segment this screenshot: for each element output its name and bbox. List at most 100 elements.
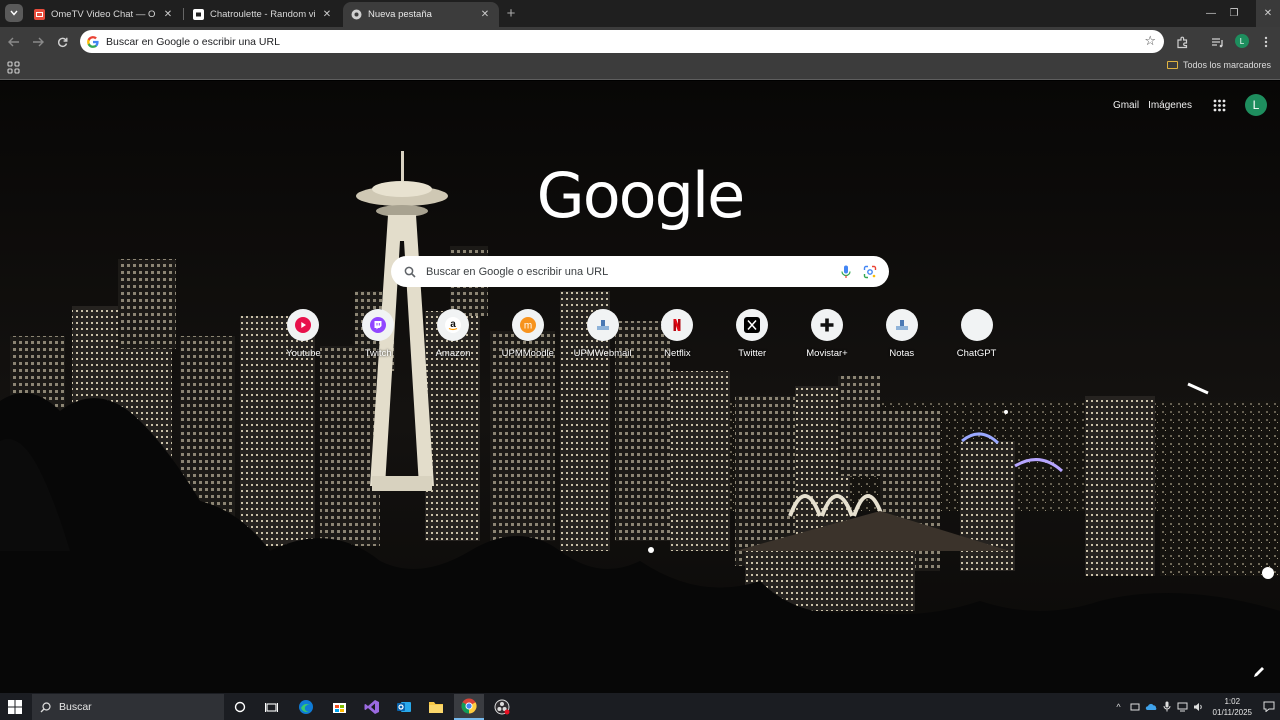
address-input[interactable] <box>106 35 1106 48</box>
menu-kebab-icon[interactable] <box>1257 33 1275 51</box>
profile-avatar[interactable]: L <box>1235 34 1249 48</box>
bookmark-star-icon[interactable]: ☆ <box>1144 33 1156 49</box>
volume-icon[interactable] <box>1191 699 1207 715</box>
cortana-icon[interactable] <box>225 694 255 720</box>
account-avatar[interactable]: L <box>1245 94 1267 116</box>
tab-title: Nueva pestaña <box>368 9 432 20</box>
obs-icon[interactable] <box>487 694 517 720</box>
notification-center-icon[interactable] <box>1258 693 1280 720</box>
apps-shortcut-icon[interactable] <box>7 61 20 74</box>
ntp-search-box[interactable] <box>391 256 889 287</box>
close-window-button[interactable]: ✕ <box>1256 0 1280 27</box>
tab-title: Chatroulette - Random video c <box>210 9 315 20</box>
search-icon <box>40 701 51 712</box>
tab-close-button[interactable]: ✕ <box>321 9 333 20</box>
svg-text:m: m <box>524 321 532 332</box>
shortcut-label: UPMWebmail <box>573 348 632 359</box>
shortcut-label: ChatGPT <box>956 348 997 359</box>
twitch-icon <box>370 317 387 333</box>
shortcut-amazon[interactable]: a Amazon <box>416 309 491 359</box>
search-icon <box>404 266 416 278</box>
extensions-icon[interactable] <box>1173 33 1191 51</box>
back-icon[interactable] <box>5 33 23 51</box>
tab-new-tab[interactable]: Nueva pestaña ✕ <box>343 2 499 27</box>
taskbar-search-input[interactable] <box>59 701 219 713</box>
microphone-icon[interactable] <box>1159 699 1175 715</box>
tab-search-button[interactable] <box>5 4 23 22</box>
shortcut-label: Twitch <box>364 348 392 359</box>
shortcut-upmmoodle[interactable]: m UPMMoodle <box>490 309 565 359</box>
taskbar-search-box[interactable] <box>32 694 224 720</box>
ntp-search-input[interactable] <box>426 265 826 278</box>
shortcut-label: Youtube <box>286 348 321 359</box>
outlook-icon[interactable] <box>389 694 419 720</box>
google-lens-icon[interactable] <box>863 265 877 279</box>
notes-icon <box>895 320 908 330</box>
youtube-icon <box>295 317 312 333</box>
shortcut-twitter[interactable]: Twitter <box>715 309 790 359</box>
shortcut-notas[interactable]: Notas <box>864 309 939 359</box>
task-view-icon[interactable] <box>256 694 286 720</box>
clock-date: 01/11/2025 <box>1212 707 1252 717</box>
amazon-icon: a <box>444 317 461 333</box>
images-link[interactable]: Imágenes <box>1148 100 1192 111</box>
shortcut-label: Notas <box>889 348 915 359</box>
address-bar[interactable]: ☆ <box>80 30 1164 53</box>
chevron-down-icon <box>10 10 18 16</box>
gmail-link[interactable]: Gmail <box>1113 100 1139 111</box>
browser-toolbar: ☆ L <box>0 27 1280 56</box>
moodle-icon: m <box>519 317 536 333</box>
voice-search-icon[interactable] <box>841 265 851 279</box>
shortcut-upmwebmail[interactable]: UPMWebmail <box>565 309 640 359</box>
new-tab-button[interactable]: + <box>503 6 519 22</box>
edge-icon[interactable] <box>291 694 321 720</box>
network-usb-icon[interactable] <box>1127 699 1143 715</box>
shortcut-chatgpt[interactable]: ChatGPT <box>939 309 1014 359</box>
google-logo: Google <box>536 159 746 232</box>
file-explorer-icon[interactable] <box>421 694 451 720</box>
shortcut-label: Amazon <box>435 348 471 359</box>
all-bookmarks-button[interactable]: Todos los marcadores <box>1166 60 1271 70</box>
shortcut-movistar[interactable]: Movistar+ <box>790 309 865 359</box>
chevron-up-icon[interactable]: ^ <box>1111 699 1127 715</box>
visual-studio-icon[interactable] <box>357 694 387 720</box>
restore-button[interactable]: ❐ <box>1212 0 1256 27</box>
movistar-plus-icon <box>820 318 834 332</box>
netflix-icon <box>673 319 681 331</box>
customize-pencil-icon[interactable] <box>1252 665 1266 679</box>
svg-text:a: a <box>450 319 456 330</box>
shortcut-netflix[interactable]: Netflix <box>640 309 715 359</box>
windows-start-icon[interactable] <box>8 700 22 714</box>
shortcut-youtube[interactable]: Youtube <box>266 309 341 359</box>
google-g-icon <box>87 35 99 48</box>
forward-icon[interactable] <box>29 33 47 51</box>
bookmarks-bar: Todos los marcadores <box>0 56 1280 80</box>
system-tray: ^ 1:02 01/11/2025 <box>1111 693 1280 720</box>
chrome-newtab-icon <box>351 9 362 20</box>
chrome-icon[interactable] <box>454 694 484 720</box>
network-icon[interactable] <box>1175 699 1191 715</box>
onedrive-icon[interactable] <box>1143 699 1159 715</box>
ometv-icon <box>34 9 45 20</box>
shortcut-label: Movistar+ <box>806 348 848 359</box>
shortcuts-grid: Youtube Twitch a Amazon m UPMMoodle UPMW… <box>266 309 1014 359</box>
tab-close-button[interactable]: ✕ <box>162 9 174 20</box>
system-clock[interactable]: 1:02 01/11/2025 <box>1213 696 1252 718</box>
shortcut-label: UPMMoodle <box>501 348 554 359</box>
store-icon[interactable] <box>324 694 354 720</box>
windows-taskbar: ^ 1:02 01/11/2025 <box>0 693 1280 720</box>
tab-ometv[interactable]: OmeTV Video Chat — Omegle ✕ <box>26 2 182 27</box>
shortcut-twitch[interactable]: Twitch <box>341 309 416 359</box>
new-tab-page: Gmail Imágenes L Google Buscar en Google… <box>0 81 1280 693</box>
webmail-icon <box>596 320 609 330</box>
reload-icon[interactable] <box>53 33 71 51</box>
google-apps-icon[interactable] <box>1213 99 1226 112</box>
x-twitter-icon <box>744 317 761 333</box>
tab-chatroulette[interactable]: Chatroulette - Random video c ✕ <box>185 2 341 27</box>
tab-close-button[interactable]: ✕ <box>479 9 491 20</box>
chatroulette-icon <box>193 9 204 20</box>
shortcut-label: Netflix <box>664 348 691 359</box>
tab-separator <box>183 8 184 20</box>
media-control-icon[interactable] <box>1208 33 1226 51</box>
all-bookmarks-label: Todos los marcadores <box>1182 60 1271 70</box>
